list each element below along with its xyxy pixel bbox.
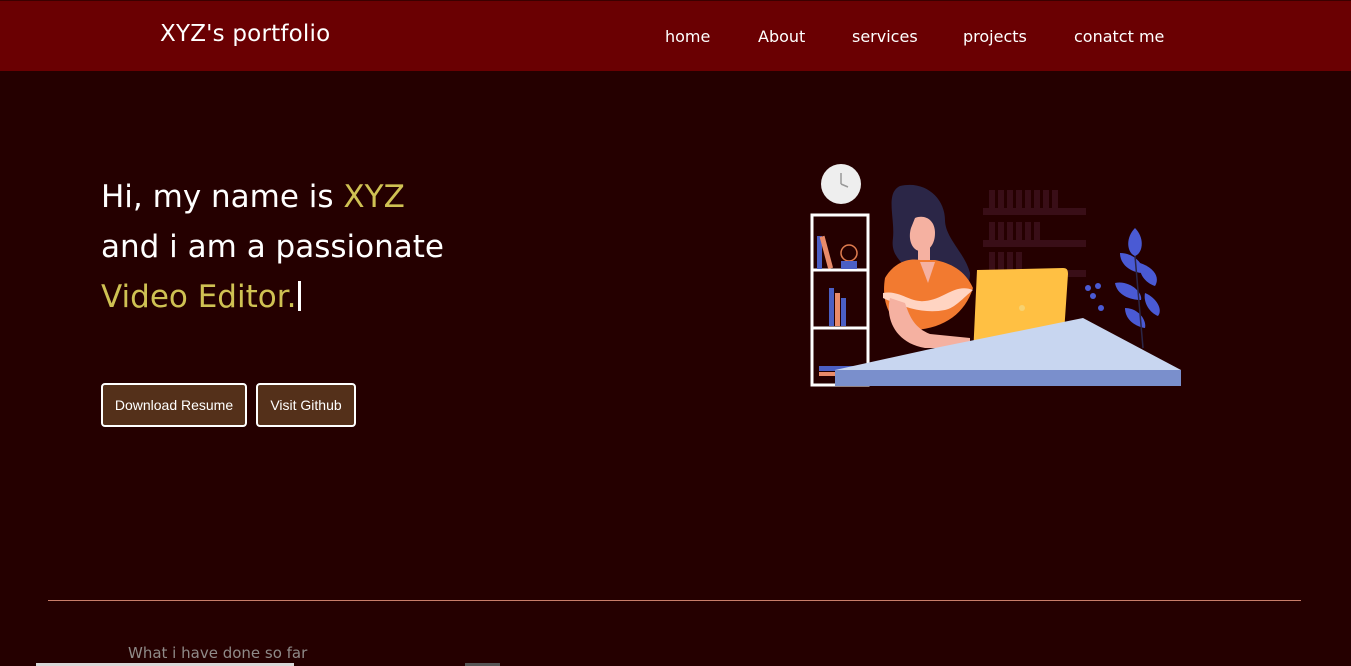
nav-link-home[interactable]: home	[665, 27, 710, 46]
nav-link-contact[interactable]: conatct me	[1074, 27, 1164, 46]
hero-line-3: Video Editor.	[101, 272, 444, 322]
hero-illustration	[810, 164, 1181, 387]
hero-role: Video Editor.	[101, 279, 297, 315]
hero-line-1: Hi, my name is XYZ	[101, 172, 444, 222]
nav-link-projects[interactable]: projects	[963, 27, 1027, 46]
typing-cursor	[298, 281, 302, 311]
hero-greeting: Hi, my name is	[101, 179, 344, 215]
section-subtitle: What i have done so far	[128, 644, 308, 662]
hero-heading: Hi, my name is XYZ and i am a passionate…	[101, 172, 444, 322]
visit-github-button[interactable]: Visit Github	[256, 383, 356, 427]
nav-links: home About services projects conatct me	[0, 27, 1351, 51]
section-divider	[48, 600, 1301, 601]
hero-name: XYZ	[343, 179, 405, 215]
nav-link-about[interactable]: About	[758, 27, 805, 46]
download-resume-button[interactable]: Download Resume	[101, 383, 247, 427]
navbar: XYZ's portfolio home About services proj…	[0, 0, 1351, 71]
background-shelves	[983, 190, 1086, 277]
hero-line-2: and i am a passionate	[101, 229, 444, 265]
nav-link-services[interactable]: services	[852, 27, 918, 46]
